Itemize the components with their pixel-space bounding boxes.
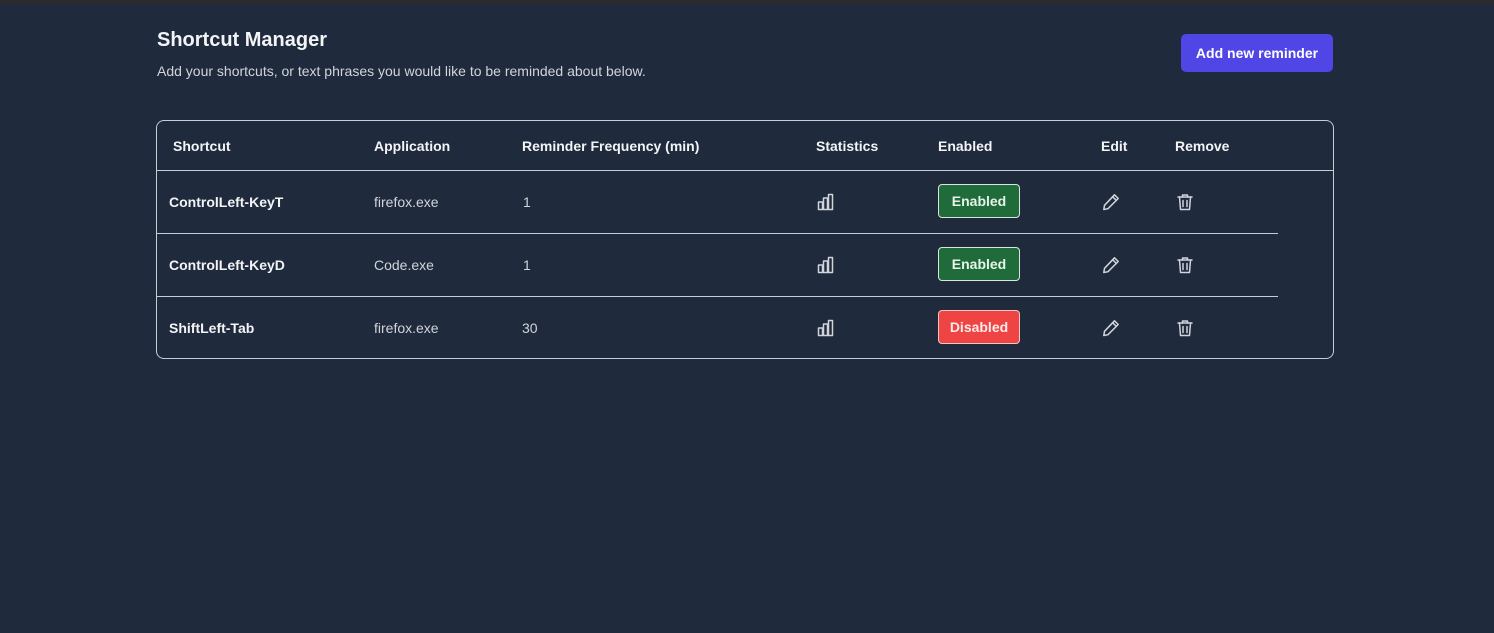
- column-header-statistics: Statistics: [816, 138, 879, 154]
- shortcut-cell: ControlLeft-KeyT: [169, 194, 284, 210]
- application-cell: firefox.exe: [374, 194, 439, 210]
- page-subtitle: Add your shortcuts, or text phrases you …: [157, 63, 646, 79]
- table-row: ControlLeft-KeyT firefox.exe 1 Enabled: [157, 171, 1278, 234]
- column-header-remove: Remove: [1175, 138, 1230, 154]
- disabled-toggle-button[interactable]: Disabled: [938, 310, 1020, 344]
- table-row: ShiftLeft-Tab firefox.exe 30 Disabled: [157, 297, 1278, 359]
- application-cell: firefox.exe: [374, 320, 439, 336]
- table-row: ControlLeft-KeyD Code.exe 1 Enabled: [157, 234, 1278, 297]
- add-new-reminder-button[interactable]: Add new reminder: [1181, 34, 1333, 72]
- bar-chart-icon[interactable]: [816, 255, 836, 275]
- pencil-icon[interactable]: [1101, 318, 1121, 338]
- page-title: Shortcut Manager: [157, 29, 328, 51]
- top-bar: [0, 0, 1494, 4]
- bar-chart-icon[interactable]: [816, 318, 836, 338]
- frequency-cell: 1: [523, 194, 531, 210]
- column-header-frequency: Reminder Frequency (min): [522, 138, 700, 154]
- page-header: Shortcut Manager Add your shortcuts, or …: [157, 28, 1333, 80]
- column-header-enabled: Enabled: [938, 138, 993, 154]
- pencil-icon[interactable]: [1101, 192, 1121, 212]
- pencil-icon[interactable]: [1101, 255, 1121, 275]
- enabled-toggle-button[interactable]: Enabled: [938, 247, 1020, 281]
- table-header: Shortcut Application Reminder Frequency …: [157, 121, 1333, 171]
- application-cell: Code.exe: [374, 257, 434, 273]
- frequency-cell: 1: [523, 257, 531, 273]
- shortcuts-table: Shortcut Application Reminder Frequency …: [156, 120, 1334, 359]
- shortcut-cell: ShiftLeft-Tab: [169, 320, 255, 336]
- column-header-shortcut: Shortcut: [173, 138, 231, 154]
- shortcut-cell: ControlLeft-KeyD: [169, 257, 285, 273]
- frequency-cell: 30: [522, 320, 538, 336]
- trash-icon[interactable]: [1175, 255, 1195, 275]
- column-header-application: Application: [374, 138, 451, 154]
- column-header-edit: Edit: [1101, 138, 1128, 154]
- trash-icon[interactable]: [1175, 192, 1195, 212]
- bar-chart-icon[interactable]: [816, 192, 836, 212]
- trash-icon[interactable]: [1175, 318, 1195, 338]
- enabled-toggle-button[interactable]: Enabled: [938, 184, 1020, 218]
